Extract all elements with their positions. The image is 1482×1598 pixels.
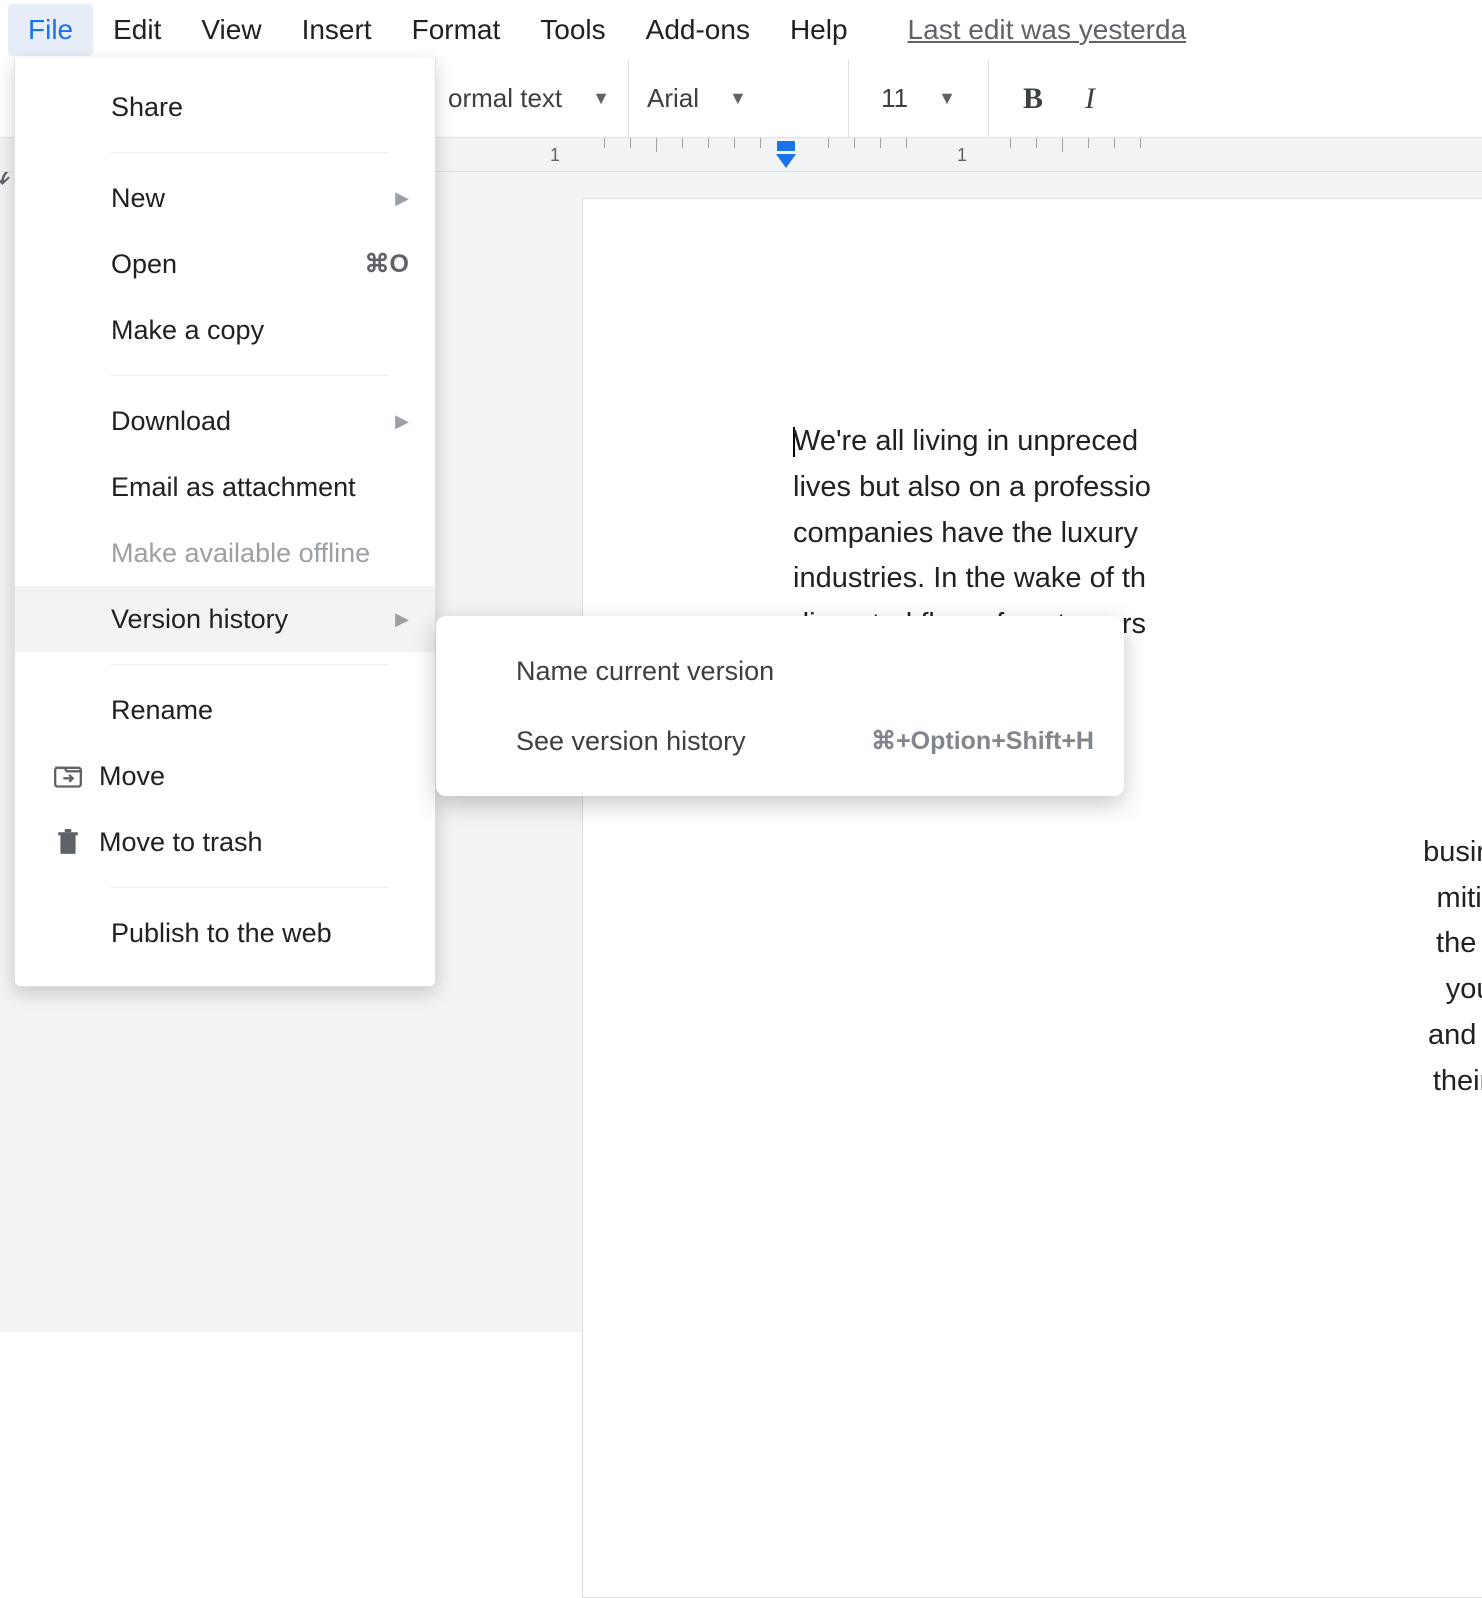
menu-addons[interactable]: Add-ons [626,4,770,56]
chevron-down-icon: ▼ [938,88,956,109]
menu-share[interactable]: Share [15,74,435,140]
menu-separator [111,375,389,376]
chevron-right-icon: ▶ [395,411,409,432]
menu-rename[interactable]: Rename [15,677,435,743]
version-history-submenu: Name current version See version history… [436,616,1124,796]
menu-email-attachment[interactable]: Email as attachment [15,454,435,520]
indent-marker-top[interactable] [777,141,795,151]
trash-icon [53,829,83,855]
menu-separator [111,887,389,888]
indent-marker[interactable] [776,154,796,168]
menu-make-copy[interactable]: Make a copy [15,297,435,363]
italic-button[interactable]: I [1069,82,1111,116]
font-size-value: 11 [881,83,908,114]
font-family-dropdown[interactable]: Arial ▼ [629,60,849,137]
bold-button[interactable]: B [1007,82,1059,116]
menu-version-history[interactable]: Version history ▶ [15,586,435,652]
menu-make-offline: Make available offline [15,520,435,586]
menu-insert[interactable]: Insert [282,4,392,56]
ruler-mark: 1 [957,145,967,166]
chevron-right-icon: ▶ [395,609,409,630]
menu-view[interactable]: View [181,4,281,56]
menu-separator [111,664,389,665]
font-size-dropdown[interactable]: 11 ▼ [849,60,989,137]
submenu-name-current-version[interactable]: Name current version [436,636,1124,706]
file-menu-dropdown: Share New ▶ Open ⌘O Make a copy Download… [14,58,436,987]
ruler-mark: 1 [550,145,560,166]
document-page[interactable]: We're all living in unpreced lives but a… [582,198,1482,1598]
menu-new[interactable]: New ▶ [15,165,435,231]
menubar: File Edit View Insert Format Tools Add-o… [0,0,1482,60]
paragraph-style-value: ormal text [448,83,562,114]
menu-separator [111,152,389,153]
menu-help[interactable]: Help [770,4,868,56]
menu-move[interactable]: Move [15,743,435,809]
chevron-right-icon: ▶ [395,188,409,209]
menu-move-to-trash[interactable]: Move to trash [15,809,435,875]
text-format-group: B I [989,60,1129,137]
menu-publish-web[interactable]: Publish to the web [15,900,435,966]
last-edit-link[interactable]: Last edit was yesterda [908,14,1187,46]
menu-tools[interactable]: Tools [520,4,625,56]
menu-edit[interactable]: Edit [93,4,181,56]
menu-open[interactable]: Open ⌘O [15,231,435,297]
paragraph-style-dropdown[interactable]: ormal text ▼ [430,60,629,137]
submenu-see-version-history[interactable]: See version history ⌘+Option+Shift+H [436,706,1124,776]
font-family-value: Arial [647,83,699,114]
submenu-shortcut: ⌘+Option+Shift+H [871,726,1094,756]
chevron-down-icon: ▼ [729,88,747,109]
menu-file[interactable]: File [8,4,93,56]
document-paragraph[interactable]: We're all living in unpreced lives but a… [793,419,1482,648]
menu-download[interactable]: Download ▶ [15,388,435,454]
menu-format[interactable]: Format [392,4,521,56]
folder-move-icon [53,764,83,788]
chevron-down-icon: ▼ [592,88,610,109]
menu-shortcut: ⌘O [365,249,409,279]
